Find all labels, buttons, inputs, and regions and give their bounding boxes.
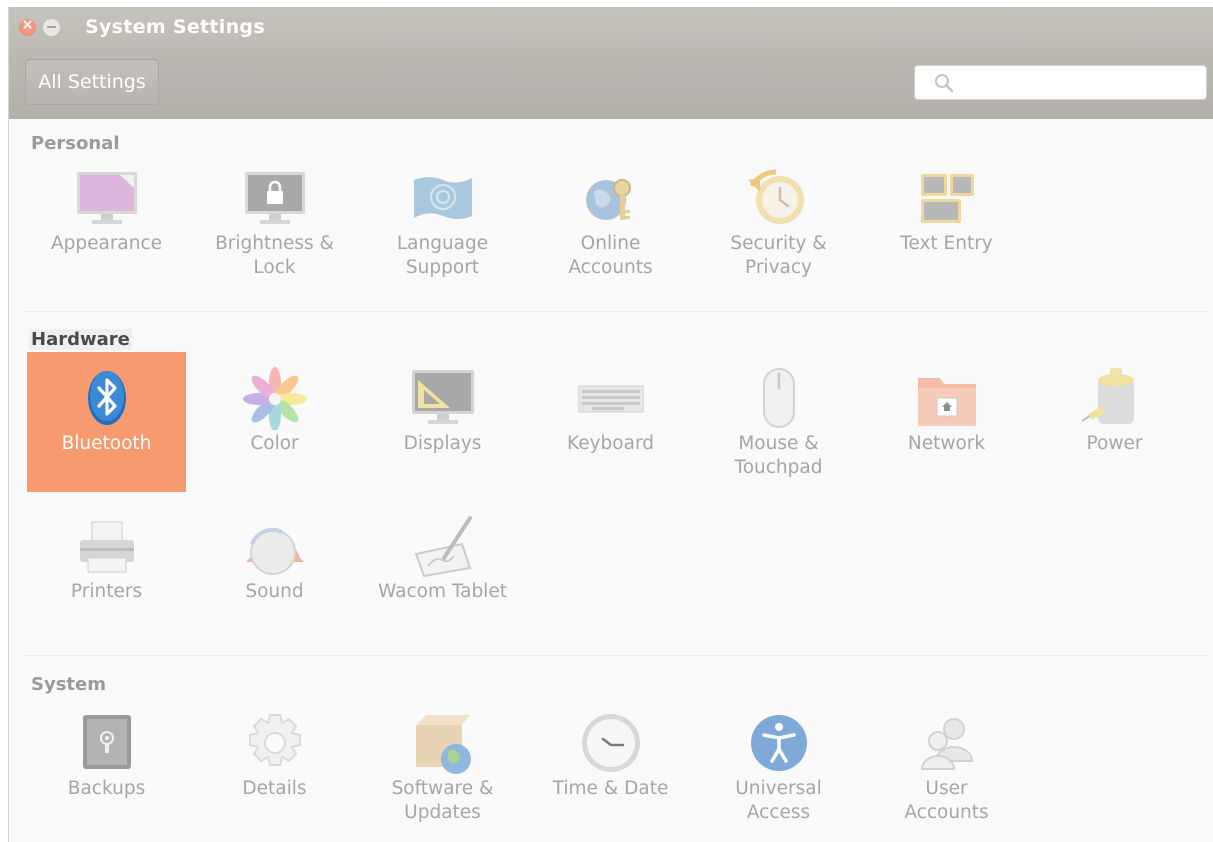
item-label: Printers bbox=[70, 581, 143, 602]
settings-item-online-accounts[interactable]: Online Accounts bbox=[531, 152, 690, 292]
item-label: Online Accounts bbox=[568, 233, 653, 278]
item-label: Universal Access bbox=[735, 778, 822, 823]
settings-item-user-accounts[interactable]: User Accounts bbox=[867, 697, 1026, 837]
minimize-window-button[interactable] bbox=[43, 19, 60, 36]
network-icon bbox=[918, 378, 976, 426]
section-divider bbox=[23, 311, 1208, 312]
settings-item-wacom-tablet[interactable]: Wacom Tablet bbox=[363, 500, 522, 640]
settings-item-software-updates[interactable]: Software & Updates bbox=[363, 697, 522, 837]
section-title-hardware: Hardware bbox=[29, 329, 132, 350]
toolbar: All Settings bbox=[9, 49, 1213, 119]
title-bar[interactable]: System Settings bbox=[9, 7, 1213, 49]
item-label: Network bbox=[907, 433, 986, 454]
settings-item-displays[interactable]: Displays bbox=[363, 352, 522, 492]
settings-item-brightness-lock[interactable]: Brightness & Lock bbox=[195, 152, 354, 292]
item-label: Brightness & Lock bbox=[215, 233, 334, 278]
item-label: Time & Date bbox=[552, 778, 669, 799]
sound-icon bbox=[246, 527, 304, 575]
wacom-tablet-icon bbox=[414, 516, 472, 578]
backups-icon bbox=[83, 715, 131, 769]
item-label: Keyboard bbox=[567, 433, 654, 454]
item-label: Color bbox=[250, 433, 299, 454]
mouse-touchpad-icon bbox=[763, 368, 795, 428]
settings-item-backups[interactable]: Backups bbox=[27, 697, 186, 837]
universal-access-icon bbox=[751, 715, 807, 771]
details-icon bbox=[249, 714, 301, 766]
all-settings-button[interactable]: All Settings bbox=[25, 59, 159, 105]
item-label: Language Support bbox=[396, 233, 489, 278]
item-label: Software & Updates bbox=[391, 778, 494, 823]
settings-item-bluetooth[interactable]: Bluetooth bbox=[27, 352, 186, 492]
settings-item-text-entry[interactable]: Text Entry bbox=[867, 152, 1026, 292]
item-label: Text Entry bbox=[900, 233, 993, 254]
appearance-icon bbox=[77, 172, 137, 224]
settings-item-network[interactable]: Network bbox=[867, 352, 1026, 492]
time-date-icon bbox=[582, 714, 640, 772]
software-updates-icon bbox=[416, 715, 471, 774]
system-settings-window: System Settings All Settings Personal Ap… bbox=[8, 7, 1213, 842]
online-accounts-icon bbox=[586, 179, 631, 220]
user-accounts-icon bbox=[920, 718, 974, 770]
item-label: Wacom Tablet bbox=[378, 581, 507, 602]
settings-item-language-support[interactable]: Language Support bbox=[363, 152, 522, 292]
item-label: Backups bbox=[67, 778, 146, 799]
search-box[interactable] bbox=[914, 65, 1207, 100]
settings-item-details[interactable]: Details bbox=[195, 697, 354, 837]
item-label: Mouse & Touchpad bbox=[734, 433, 823, 478]
keyboard-icon bbox=[578, 385, 644, 413]
color-icon bbox=[243, 367, 307, 430]
item-label: User Accounts bbox=[904, 778, 989, 823]
settings-item-security-privacy[interactable]: Security & Privacy bbox=[699, 152, 858, 292]
settings-item-time-date[interactable]: Time & Date bbox=[531, 697, 690, 837]
displays-icon bbox=[412, 370, 474, 424]
item-label: Power bbox=[1086, 433, 1143, 454]
search-input[interactable] bbox=[965, 70, 1195, 95]
text-entry-icon bbox=[921, 174, 974, 223]
power-icon bbox=[1082, 368, 1134, 424]
bluetooth-icon bbox=[88, 371, 126, 425]
settings-item-keyboard[interactable]: Keyboard bbox=[531, 352, 690, 492]
security-privacy-icon bbox=[748, 169, 804, 224]
section-divider bbox=[23, 655, 1208, 656]
window-title: System Settings bbox=[85, 16, 265, 38]
settings-item-printers[interactable]: Printers bbox=[27, 500, 186, 640]
item-label: Displays bbox=[403, 433, 482, 454]
close-window-button[interactable] bbox=[19, 17, 36, 36]
printers-icon bbox=[80, 521, 134, 573]
item-label: Appearance bbox=[50, 233, 163, 254]
section-title-personal: Personal bbox=[31, 133, 120, 154]
settings-item-universal-access[interactable]: Universal Access bbox=[699, 697, 858, 837]
settings-item-sound[interactable]: Sound bbox=[195, 500, 354, 640]
brightness-lock-icon bbox=[245, 172, 305, 224]
settings-item-mouse-touchpad[interactable]: Mouse & Touchpad bbox=[699, 352, 858, 492]
settings-item-power[interactable]: Power bbox=[1035, 352, 1194, 492]
settings-item-appearance[interactable]: Appearance bbox=[27, 152, 186, 292]
section-title-system: System bbox=[31, 674, 106, 695]
item-label: Security & Privacy bbox=[730, 233, 827, 278]
item-label: Details bbox=[242, 778, 307, 799]
search-icon bbox=[935, 74, 954, 93]
item-label: Sound bbox=[245, 581, 304, 602]
language-support-icon bbox=[414, 177, 472, 219]
settings-item-color[interactable]: Color bbox=[195, 352, 354, 492]
item-label: Bluetooth bbox=[61, 433, 152, 454]
